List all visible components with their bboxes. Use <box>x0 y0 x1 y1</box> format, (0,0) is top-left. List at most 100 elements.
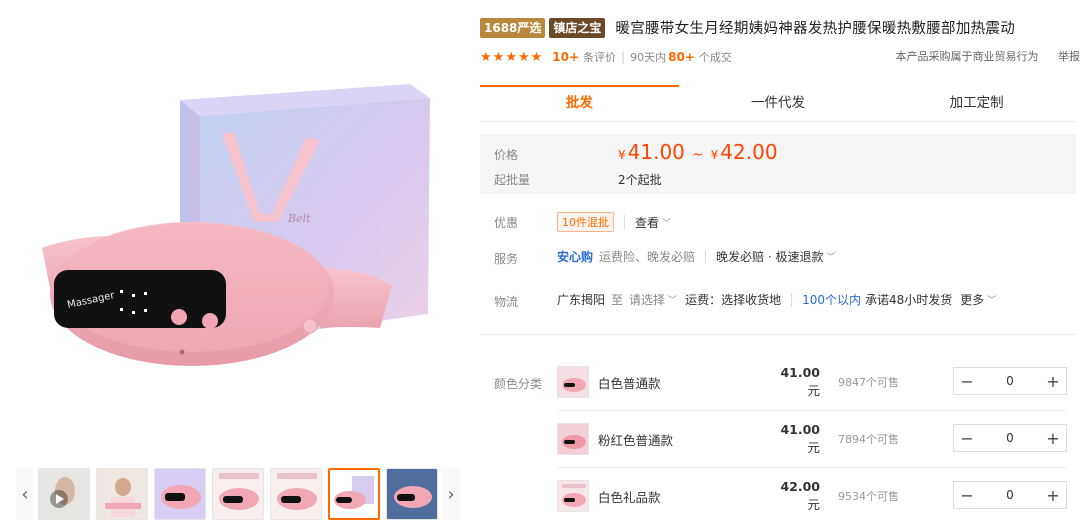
minus-icon[interactable]: − <box>954 486 980 505</box>
divider <box>624 215 625 229</box>
sku-name: 白色礼品款 <box>598 489 661 505</box>
thumbnail-video[interactable] <box>38 468 90 520</box>
star-icon: ★ <box>530 49 543 65</box>
sku-thumbnail[interactable] <box>557 480 589 512</box>
badge-store-treasure: 镇店之宝 <box>549 17 606 38</box>
star-icon: ★ <box>492 49 505 65</box>
thumbnail-strip: ‹ › <box>16 468 460 520</box>
moq-value: 2个起批 <box>618 173 662 187</box>
quantity-value[interactable]: 0 <box>980 374 1040 388</box>
thumbnail-product-1[interactable] <box>154 468 206 520</box>
sku-price: 42.00元 <box>780 479 820 512</box>
badge-1688-selection: 1688严选 <box>480 17 546 38</box>
sku-name: 粉红色普通款 <box>598 432 674 448</box>
sku-name: 白色普通款 <box>598 375 661 391</box>
plus-icon[interactable]: + <box>1040 429 1066 448</box>
more-link[interactable]: 更多 <box>960 291 984 308</box>
sku-stock: 7894个可售 <box>838 433 899 446</box>
product-title: 暖宫腰带女生月经期姨妈神器发热护腰保暖热敷腰部加热震动 <box>615 21 1016 37</box>
sku-thumbnail[interactable] <box>557 423 589 455</box>
logistics-label: 物流 <box>494 295 519 309</box>
product-illustration: Belt Massager <box>42 84 430 366</box>
currency-symbol: ¥ <box>710 148 719 162</box>
sku-thumbnail[interactable] <box>557 366 589 398</box>
prev-thumb-arrow-icon[interactable]: ‹ <box>16 468 34 520</box>
price-separator: ~ <box>691 147 704 163</box>
sku-row: 白色礼品款 42.00元 9534个可售 − 0 + <box>557 479 1067 512</box>
sales-count: 80+ <box>668 50 695 64</box>
price-low: 41.00 <box>627 140 685 164</box>
review-count[interactable]: 10+ <box>552 50 579 64</box>
currency-symbol: ¥ <box>618 148 626 162</box>
sku-color-label: 颜色分类 <box>494 377 543 391</box>
thumbnail-product-3[interactable] <box>270 468 322 520</box>
next-thumb-arrow-icon[interactable]: › <box>442 468 460 520</box>
tab-custom-processing[interactable]: 加工定制 <box>877 86 1076 121</box>
freight-text: 运费：选择收货地 <box>685 293 782 307</box>
product-gallery: Belt Massager ‹ › <box>0 0 470 523</box>
divider <box>791 292 793 307</box>
quantity-value[interactable]: 0 <box>980 488 1040 502</box>
sku-row: 粉红色普通款 41.00元 7894个可售 − 0 + <box>557 422 1067 455</box>
meta-row: ★ ★ ★ ★ ★ 10+ 条评价 | 90天内 80+ 个成交 本产品采购属于… <box>480 48 1080 66</box>
quantity-value[interactable]: 0 <box>980 431 1040 445</box>
quantity-stepper: − 0 + <box>953 481 1067 509</box>
sku-divider <box>557 467 1067 468</box>
promo-label: 优惠 <box>494 216 519 230</box>
star-icon: ★ <box>517 49 530 65</box>
trade-notice: 本产品采购属于商业贸易行为 <box>895 50 1039 63</box>
sku-stock: 9534个可售 <box>838 490 899 503</box>
rating-stars: ★ ★ ★ ★ ★ <box>480 51 542 64</box>
plus-icon[interactable]: + <box>1040 486 1066 505</box>
promo-view-link[interactable]: 查看 <box>635 214 659 231</box>
divider <box>705 249 707 264</box>
thumbnail-model[interactable] <box>96 468 148 520</box>
service-items: 运费险、晚发必赔 <box>599 250 696 264</box>
ship-to-text: 至 <box>611 293 624 307</box>
thumbnail-list <box>34 468 442 520</box>
main-product-image[interactable]: Belt Massager <box>20 8 460 458</box>
star-icon: ★ <box>505 49 517 65</box>
review-label[interactable]: 条评价 <box>583 49 616 65</box>
meta-right: 本产品采购属于商业贸易行为 举报 <box>880 48 1080 64</box>
tab-dropship[interactable]: 一件代发 <box>679 86 878 121</box>
purchase-mode-tabs: 批发 一件代发 加工定制 <box>480 85 1076 122</box>
quantity-stepper: − 0 + <box>953 367 1067 395</box>
sku-price: 41.00元 <box>780 422 820 455</box>
service-extra[interactable]: 晚发必赔 · 极速退款 <box>716 248 823 265</box>
sku-divider <box>557 410 1067 411</box>
sku-row: 白色普通款 41.00元 9847个可售 − 0 + <box>557 365 1067 398</box>
distance-text[interactable]: 100个以内 <box>802 291 861 308</box>
service-row: 安心购 运费险、晚发必赔 晚发必赔 · 极速退款 ﹀ <box>557 248 836 265</box>
destination-select[interactable]: 请选择 <box>629 291 665 308</box>
promo-row: 10件混批 查看 ﹀ <box>557 212 671 232</box>
service-label: 服务 <box>494 252 519 266</box>
ship-origin: 广东揭阳 <box>557 293 606 307</box>
chevron-down-icon[interactable]: ﹀ <box>662 216 671 229</box>
chevron-down-icon[interactable]: ﹀ <box>826 250 835 263</box>
chevron-down-icon[interactable]: ﹀ <box>987 293 996 306</box>
quantity-stepper: − 0 + <box>953 424 1067 452</box>
star-icon: ★ <box>480 49 492 65</box>
box-brand-text: Belt <box>287 212 311 225</box>
minus-icon[interactable]: − <box>954 429 980 448</box>
price-range: ¥ 41.00 ~ ¥ 42.00 <box>618 140 778 164</box>
sku-stock: 9847个可售 <box>838 376 899 389</box>
price-box: 价格 ¥ 41.00 ~ ¥ 42.00 起批量 2个起批 <box>480 134 1076 194</box>
thumbnail-product-4[interactable] <box>386 468 438 520</box>
tab-wholesale[interactable]: 批发 <box>480 85 679 121</box>
moq-label: 起批量 <box>494 173 531 187</box>
price-high: 42.00 <box>720 140 778 164</box>
product-info-panel: 1688严选 镇店之宝 暖宫腰带女生月经期姨妈神器发热护腰保暖热敷腰部加热震动 … <box>480 0 1080 523</box>
ship-promise: 承诺48小时发货 <box>864 293 953 307</box>
plus-icon[interactable]: + <box>1040 372 1066 391</box>
minus-icon[interactable]: − <box>954 372 980 391</box>
thumbnail-product-active[interactable] <box>328 468 380 520</box>
title-row: 1688严选 镇店之宝 暖宫腰带女生月经期姨妈神器发热护腰保暖热敷腰部加热震动 <box>480 17 1015 38</box>
promo-tag[interactable]: 10件混批 <box>557 212 614 232</box>
thumbnail-product-2[interactable] <box>212 468 264 520</box>
service-highlight[interactable]: 安心购 <box>557 248 593 265</box>
sales-prefix: 90天内 <box>630 51 667 64</box>
chevron-down-icon[interactable]: ﹀ <box>668 293 677 306</box>
report-link[interactable]: 举报 <box>1058 50 1080 63</box>
